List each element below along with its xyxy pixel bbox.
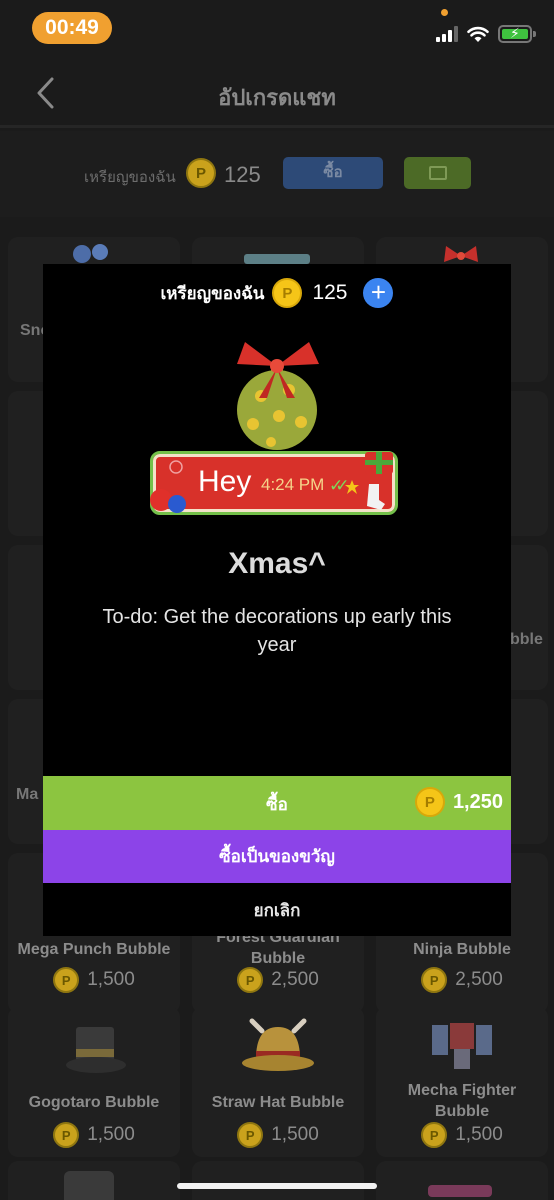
bow-decoration-icon: [444, 246, 478, 262]
coin-icon: P: [237, 1122, 264, 1148]
coin-icon: P: [421, 1122, 448, 1148]
read-checkmark-icon: ✓✓: [329, 476, 349, 495]
stocking-icon: [367, 484, 385, 510]
bubble-card[interactable]: [192, 1161, 364, 1200]
bubble-card[interactable]: [8, 1161, 180, 1200]
modal-coin-balance: เหรียญของฉัน P 125 +: [43, 278, 511, 308]
status-bar: 00:49 ⚡: [0, 0, 554, 58]
preview-message-text: Hey: [198, 465, 252, 498]
bubble-thumbnail: [428, 1185, 492, 1197]
preview-timestamp: 4:24 PM: [261, 475, 325, 494]
snowflake-decoration-icon: [73, 244, 108, 263]
purchase-modal: เหรียญของฉัน P 125 + Hey 4:24 PM ✓✓ Xmas…: [43, 264, 511, 936]
bubble-card-straw-hat[interactable]: Straw Hat Bubble P 1,500: [192, 1007, 364, 1157]
bubble-name: Mecha Fighter Bubble: [407, 1082, 517, 1120]
cancel-button[interactable]: ยกเลิก: [43, 889, 511, 933]
bubble-price: P 1,500: [8, 1122, 180, 1148]
buy-price-value: 1,250: [452, 790, 503, 813]
bubble-name: Mega Punch Bubble: [17, 941, 171, 958]
gift-box-icon: [365, 452, 393, 474]
battery-icon: ⚡: [498, 25, 536, 43]
buy-price: P 1,250: [414, 787, 503, 817]
wifi-icon: [467, 26, 489, 42]
coin-icon: P: [53, 1122, 80, 1148]
coin-icon: P: [237, 967, 264, 993]
coin-icon: P: [53, 967, 80, 993]
bubble-price: P 2,500: [376, 967, 548, 993]
status-time: 00:49: [32, 12, 112, 44]
christmas-ornament-icon: [237, 342, 319, 450]
item-description: To-do: Get the decorations up early this…: [102, 606, 452, 656]
top-hat-icon: [66, 1027, 126, 1073]
buy-as-gift-button[interactable]: ซื้อเป็นของขวัญ: [43, 830, 511, 883]
star-icon: [345, 480, 359, 494]
snowflake-icon: [169, 460, 183, 474]
bubble-card-mecha-fighter[interactable]: Mecha Fighter Bubble P 1,500: [376, 1007, 548, 1157]
bubble-card-gogotaro[interactable]: Gogotaro Bubble P 1,500: [8, 1007, 180, 1157]
buy-coins-button[interactable]: ซื้อ: [283, 157, 383, 189]
bubble-card[interactable]: [376, 1161, 548, 1200]
bubble-price: P 1,500: [376, 1122, 548, 1148]
coin-icon: P: [272, 278, 303, 308]
bubble-price: P 2,500: [192, 967, 364, 993]
straw-hat-icon: [242, 1018, 314, 1071]
coin-icon: P: [421, 967, 448, 993]
wallet-button[interactable]: [404, 157, 471, 189]
bubble-price: P 1,500: [192, 1122, 364, 1148]
bubble-name: Straw Hat Bubble: [211, 1094, 345, 1111]
bubble-name: Gogotaro Bubble: [28, 1094, 160, 1111]
my-coins-value: 125: [312, 281, 348, 304]
my-coins-value: 125: [224, 162, 261, 187]
add-coins-plus-icon[interactable]: +: [363, 278, 394, 308]
bubble-preview: Hey 4:24 PM ✓✓: [150, 451, 398, 515]
ornament-balls-icon: [150, 489, 186, 513]
coin-icon: P: [186, 158, 216, 188]
item-title: Xmas^: [228, 547, 326, 580]
coin-icon: P: [414, 787, 445, 817]
privacy-indicator-dot: [441, 9, 448, 16]
page-title: อัปเกรดแชท: [218, 85, 336, 110]
bubble-name: Ninja Bubble: [413, 941, 511, 958]
bubble-price: P 1,500: [8, 967, 180, 993]
bubble-thumbnail: [244, 254, 310, 264]
my-coins-bar: เหรียญของฉัน P 125 ซื้อ: [0, 131, 554, 217]
status-icons: ⚡: [436, 22, 536, 46]
my-coins-label: เหรียญของฉัน: [160, 283, 265, 303]
partial-card-label: Ma: [16, 786, 39, 803]
bubble-thumbnail: [64, 1171, 114, 1200]
home-indicator[interactable]: [177, 1183, 377, 1189]
mecha-robot-icon: [432, 1023, 492, 1069]
nav-bar: อัปเกรดแชท: [0, 58, 554, 128]
buy-button[interactable]: ซื้อ P 1,250: [43, 776, 511, 830]
partial-card-label: bble: [510, 631, 543, 648]
my-coins-label: เหรียญของฉัน: [84, 169, 176, 186]
wallet-icon: [429, 166, 447, 180]
cellular-signal-icon: [436, 26, 458, 42]
